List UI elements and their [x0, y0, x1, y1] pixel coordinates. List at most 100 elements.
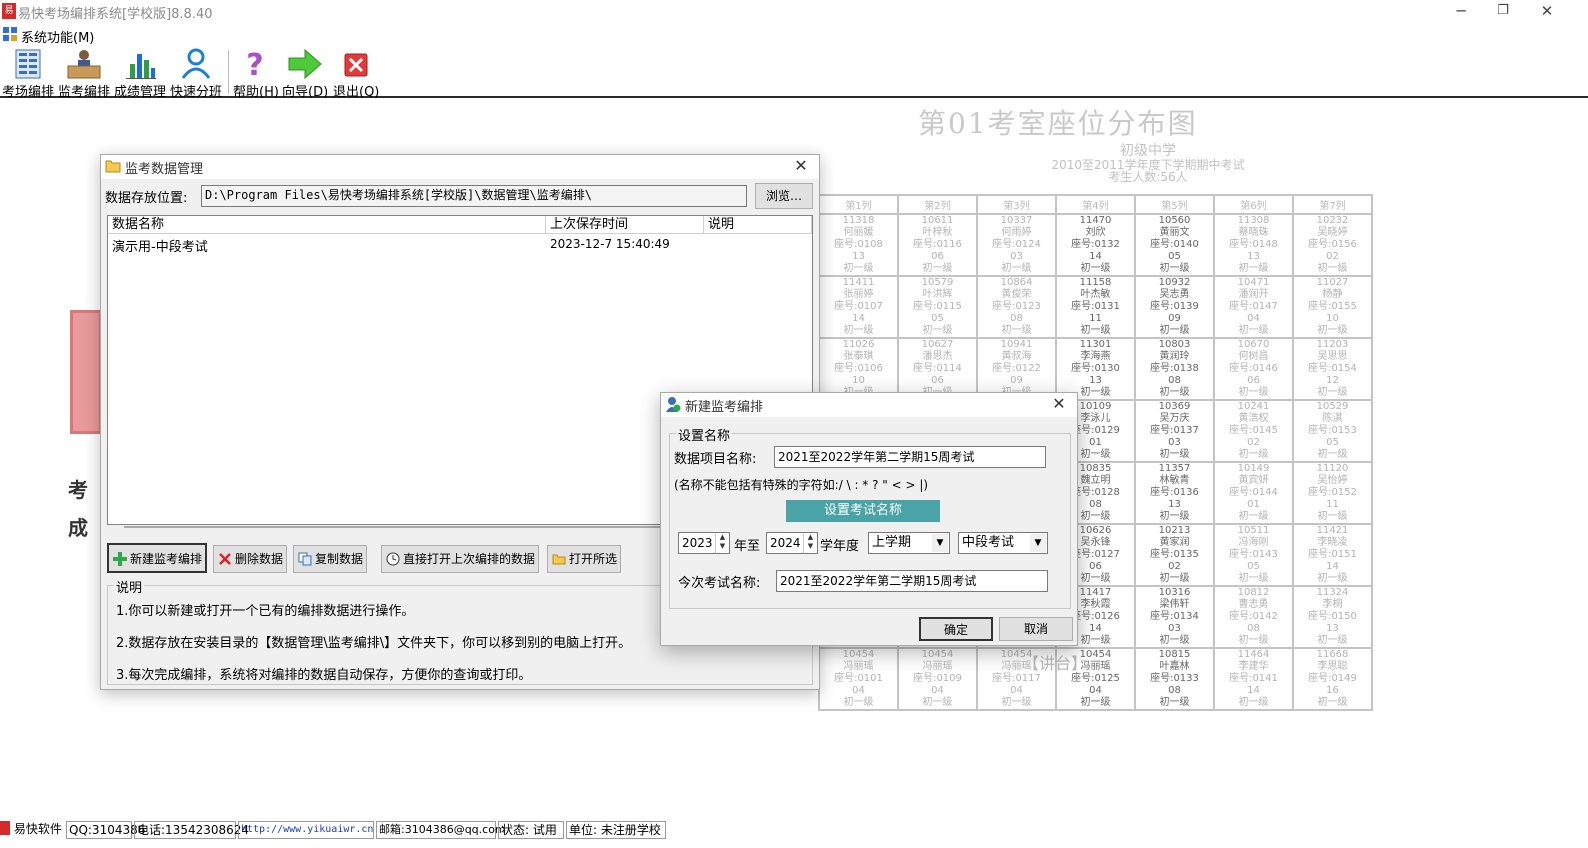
proctor-arrange-label: 监考编排: [58, 85, 111, 100]
seat-cell-line: 08: [1168, 685, 1181, 696]
path-field[interactable]: D:\Program Files\易快考场编排系统[学校版]\数据管理\监考编排…: [201, 185, 747, 207]
seat-cell-line: 初一级: [1317, 449, 1348, 460]
seat-cell-line: 13: [852, 251, 865, 262]
wizard-button[interactable]: 向导(D): [282, 48, 328, 100]
exam-name-input[interactable]: 2021至2022学年第二学期15周考试: [776, 570, 1048, 592]
seat-cell-line: 10864: [1000, 277, 1033, 288]
seat-cell: 11203 吴思思 座号:0154 12 初一级: [1292, 337, 1373, 401]
seat-cell-line: 座号:0153: [1308, 425, 1357, 436]
exam-type-select[interactable]: 中段考试 ▼: [958, 532, 1048, 554]
seat-cell-line: 10454: [842, 649, 875, 660]
delete-data-button[interactable]: 删除数据: [213, 545, 287, 573]
maximize-button[interactable]: ❐: [1480, 0, 1526, 24]
seat-cell-line: 曹志勇: [1238, 599, 1269, 610]
seat-cell-line: 10611: [921, 215, 954, 226]
help-button[interactable]: ? 帮助(H): [233, 48, 279, 100]
seat-cell: 11470 刘欣 座号:0132 14 初一级: [1055, 213, 1136, 277]
seat-cell-line: 10471: [1237, 277, 1270, 288]
seat-cell-line: 11411: [842, 277, 875, 288]
seat-cell: 10213 黄家润 座号:0135 02 初一级: [1134, 523, 1215, 587]
set-exam-name-button[interactable]: 设置考试名称: [786, 500, 940, 522]
open-last-button[interactable]: 直接打开上次编排的数据: [381, 545, 539, 573]
spinner-arrows-icon[interactable]: ▲ ▼: [803, 533, 817, 553]
seat-cell-line: 10529: [1316, 401, 1349, 412]
proctor-arrange-button[interactable]: 监考编排: [58, 48, 110, 100]
col-header-name[interactable]: 数据名称: [108, 216, 546, 234]
copy-data-button[interactable]: 复制数据: [293, 545, 367, 573]
seat-cell-line: 13: [1326, 623, 1339, 634]
year-from-spinner[interactable]: 2023 ▲ ▼: [678, 532, 730, 554]
term-select[interactable]: 上学期 ▼: [868, 532, 950, 554]
seat-cell: 10529 陈淇 座号:0153 05 初一级: [1292, 399, 1373, 463]
seat-cell-line: 座号:0142: [1229, 611, 1278, 622]
item-name-input[interactable]: 2021至2022学年第二学期15周考试: [774, 446, 1046, 468]
seat-cell-line: 初一级: [1159, 511, 1190, 522]
fast-class-button[interactable]: 快速分班: [170, 48, 222, 100]
seat-cell-line: 08: [1168, 375, 1181, 386]
seat-cell-line: 10941: [1000, 339, 1033, 350]
open-selected-label: 打开所选: [569, 552, 618, 566]
question-mark-icon: ?: [237, 48, 273, 83]
seat-cell-line: 座号:0156: [1308, 239, 1357, 250]
status-website-link[interactable]: http://www.yikuaiwr.cn: [238, 821, 374, 839]
dialog-close-button[interactable]: ✕: [1045, 393, 1073, 417]
col-header-time[interactable]: 上次保存时间: [546, 216, 704, 234]
seat-cell-line: 11464: [1237, 649, 1270, 660]
score-manage-button[interactable]: 成绩管理: [114, 48, 166, 100]
browse-button[interactable]: 浏览…: [755, 183, 813, 209]
horizontal-scrollbar[interactable]: [124, 526, 664, 528]
seat-cell-line: 10149: [1237, 463, 1270, 474]
seat-cell: 11027 杨静 座号:0155 10 初一级: [1292, 275, 1373, 339]
app-logo-icon: 易: [2, 3, 16, 19]
seat-cell-line: 刘欣: [1085, 227, 1106, 238]
cancel-button[interactable]: 取消: [999, 617, 1073, 641]
fast-class-label: 快速分班: [170, 85, 223, 100]
seat-chart-school: 初级中学: [1120, 143, 1176, 159]
minimize-button[interactable]: ─: [1438, 0, 1484, 24]
seat-cell-line: 何雨婷: [1001, 227, 1032, 238]
seat-cell-line: 10369: [1158, 401, 1191, 412]
seat-cell-line: 李建华: [1238, 661, 1269, 672]
dropdown-arrow-icon[interactable]: ▼: [932, 534, 948, 552]
open-selected-button[interactable]: 打开所选: [547, 545, 621, 573]
dropdown-arrow-icon[interactable]: ▼: [1030, 534, 1046, 552]
list-item[interactable]: 演示用-中段考试 2023-12-7 15:40:49: [108, 236, 812, 255]
seat-cell-line: 04: [1089, 685, 1102, 696]
room-arrange-button[interactable]: 考场编排: [2, 48, 54, 100]
exit-x-icon: [338, 48, 374, 80]
seat-cell-line: 05: [931, 313, 944, 324]
seat-cell-line: 10454: [921, 649, 954, 660]
new-proctor-dialog: 新建监考编排 ✕ 设置名称 数据项目名称: 2021至2022学年第二学期15周…: [660, 392, 1078, 646]
seat-cell-line: 13: [1168, 499, 1181, 510]
data-window-close-button[interactable]: ✕: [787, 155, 815, 179]
clock-icon: [386, 549, 400, 566]
seat-cell: 11464 李建华 座号:0141 14 初一级: [1213, 647, 1294, 711]
new-proctor-button[interactable]: 新建监考编排: [107, 543, 207, 573]
seat-cell-line: 初一级: [922, 325, 953, 336]
title-bar: 易 易快考场编排系统[学校版]8.8.40 ─ ❐ ✕: [0, 0, 1588, 24]
seat-cell-line: 李思聪: [1317, 661, 1348, 672]
exit-button[interactable]: 退出(Q): [333, 48, 379, 100]
col-header-note[interactable]: 说明: [704, 216, 812, 234]
seat-cell: 11158 叶杰敏 座号:0131 11 初一级: [1055, 275, 1136, 339]
seat-cell-line: 初一级: [922, 697, 953, 708]
seat-cell-line: 10232: [1316, 215, 1349, 226]
seat-cell: 10149 黄宾妍 座号:0144 01 初一级: [1213, 461, 1294, 525]
close-button[interactable]: ✕: [1524, 0, 1570, 24]
seat-cell-line: 陈淇: [1322, 413, 1343, 424]
school-year-label: 学年度: [820, 539, 860, 554]
note-line-3: 3.每次完成编排，系统将对编排的数据自动保存，方便你的查询或打印。: [116, 668, 532, 683]
seat-cell-line: 初一级: [1238, 325, 1269, 336]
year-to-spinner[interactable]: 2024 ▲ ▼: [766, 532, 818, 554]
seat-cell-line: 11668: [1316, 649, 1349, 660]
ok-button[interactable]: 确定: [919, 617, 993, 641]
seat-chart-count: 考生人数:56人: [1108, 170, 1188, 184]
spinner-arrows-icon[interactable]: ▲ ▼: [715, 533, 729, 553]
seat-cell-line: 初一级: [1317, 573, 1348, 584]
open-last-label: 直接打开上次编排的数据: [403, 552, 536, 566]
seat-cell-line: 08: [1010, 313, 1023, 324]
menu-system[interactable]: 系统功能(M): [21, 27, 94, 46]
seat-cell-line: 初一级: [1159, 325, 1190, 336]
red-seal-decoration: [70, 310, 102, 434]
path-label: 数据存放位置:: [105, 191, 188, 206]
